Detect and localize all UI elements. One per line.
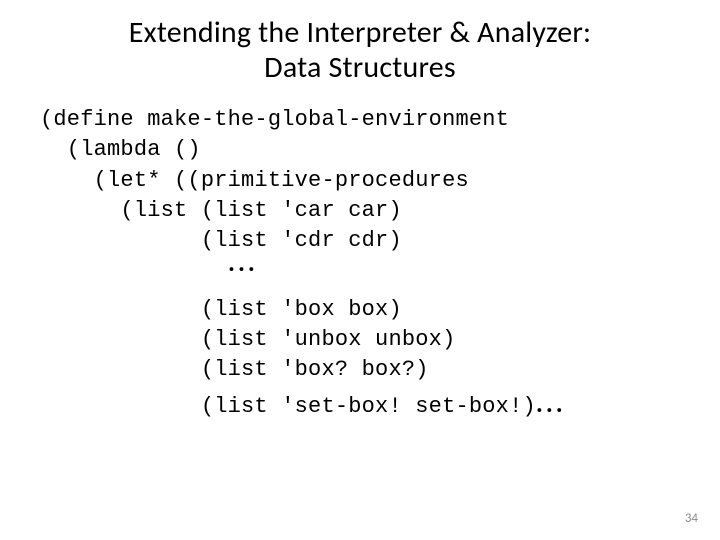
title-line-2: Data Structures xyxy=(264,49,456,86)
code-line: (let* ((primitive-procedures xyxy=(40,168,469,193)
page-number: 34 xyxy=(685,511,698,526)
ellipsis: ... xyxy=(536,387,566,419)
ellipsis: ... xyxy=(40,255,680,271)
code-line: (list (list 'car car) xyxy=(40,198,402,223)
slide-title: Extending the Interpreter & Analyzer: Da… xyxy=(40,16,680,85)
code-block: (define make-the-global-environment (lam… xyxy=(40,105,680,422)
title-line-1: Extending the Interpreter & Analyzer: xyxy=(129,14,592,51)
code-line: (list 'cdr cdr) xyxy=(40,228,402,253)
code-line: (list 'unbox unbox) xyxy=(40,327,455,352)
code-line: (lambda () xyxy=(40,137,201,162)
slide: Extending the Interpreter & Analyzer: Da… xyxy=(0,0,720,540)
code-line: (define make-the-global-environment xyxy=(40,107,509,132)
code-line: (list 'box? box?) xyxy=(40,357,429,382)
code-line: (list 'set-box! set-box!) xyxy=(40,394,536,419)
code-line: (list 'box box) xyxy=(40,297,402,322)
